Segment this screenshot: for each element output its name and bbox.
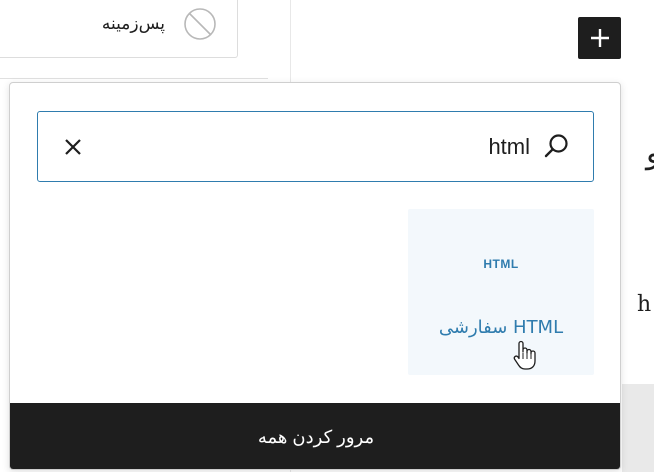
editor-screen: پس‌زمینه و h [0,0,654,472]
block-result-custom-html[interactable]: HTML HTML سفارشی [408,209,594,375]
block-search-box[interactable] [37,111,594,182]
html-icon: HTML [483,257,519,271]
none-circle-slash-icon [184,8,216,40]
canvas-text-fragment: h [637,292,652,317]
background-style-label: پس‌زمینه [101,14,165,34]
close-icon [65,139,81,155]
block-result-title: HTML سفارشی [438,317,564,338]
canvas-text-fragment: و [646,136,654,171]
browse-all-button[interactable]: مرور کردن همه [10,403,620,469]
add-block-button[interactable] [578,17,621,59]
sidebar-divider [0,78,268,79]
block-search-input[interactable] [98,130,530,164]
canvas-image-fragment [622,384,654,472]
search-icon [544,134,568,158]
plus-icon [590,29,609,47]
hand-cursor-icon [513,340,536,370]
block-inserter-popover: HTML HTML سفارشی مرور کردن همه [9,82,621,470]
clear-search-button[interactable] [58,132,88,162]
background-style-option[interactable]: پس‌زمینه [0,0,238,58]
